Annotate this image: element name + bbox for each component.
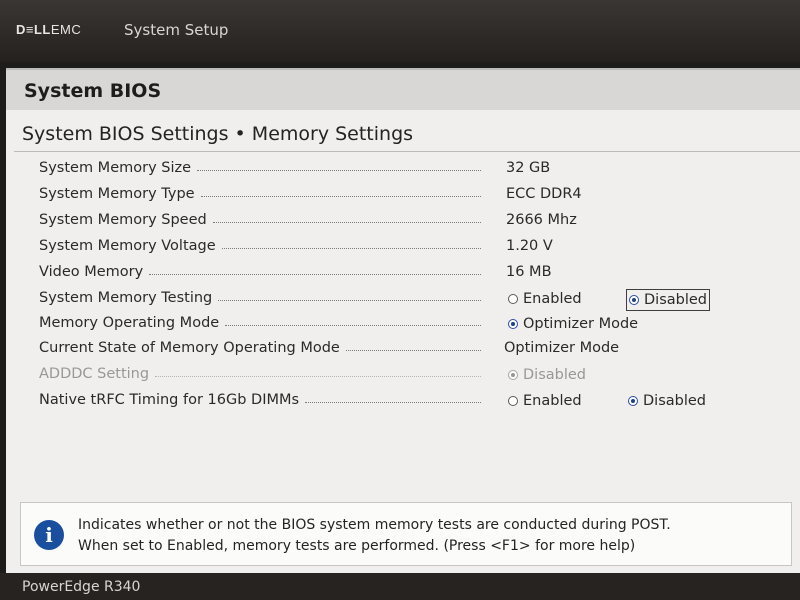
dell-emc-logo: D≡LLEMC [16,22,82,37]
leader-dots [225,324,481,326]
native-trfc-disabled-radio[interactable]: Disabled [626,391,708,411]
native-trfc-enabled-radio[interactable]: Enabled [506,391,584,411]
top-bar: D≡LLEMC System Setup [0,0,800,62]
setting-row-adddc: ADDDC Setting Disabled [6,364,800,388]
setting-label: Native tRFC Timing for 16Gb DIMMs [39,392,300,408]
leader-dots [197,169,481,171]
optimizer-mode-radio[interactable]: Optimizer Mode [506,314,640,334]
radio-on-icon [508,319,518,329]
leader-dots [155,375,481,377]
leader-dots [345,349,481,351]
setting-row-memory-size: System Memory Size 32 GB [6,158,800,182]
memory-testing-disabled-radio[interactable]: Disabled [626,289,710,311]
footer-bar: PowerEdge R340 [0,573,800,600]
setting-label: System Memory Testing [39,290,213,306]
radio-on-icon [508,370,518,380]
setting-value: 2666 Mhz [506,212,577,228]
setting-row-memory-testing: System Memory Testing Enabled Disabled [6,288,800,312]
setting-label: Video Memory [39,264,144,280]
setting-row-memory-speed: System Memory Speed 2666 Mhz [6,210,800,234]
setting-row-memory-type: System Memory Type ECC DDR4 [6,184,800,208]
radio-off-icon [508,396,518,406]
setting-row-operating-mode: Memory Operating Mode Optimizer Mode [6,313,800,337]
radio-off-icon [508,294,518,304]
radio-on-icon [629,295,639,305]
radio-on-icon [628,396,638,406]
setting-label: System Memory Speed [39,212,207,228]
setting-value: 16 MB [506,264,552,280]
setting-label: ADDDC Setting [39,366,150,382]
divider [14,151,800,152]
setting-row-video-memory: Video Memory 16 MB [6,262,800,286]
main-screen: System BIOS System BIOS Settings • Memor… [6,68,800,573]
app-title: System Setup [124,21,229,39]
page-title: System BIOS Settings • Memory Settings [22,123,414,145]
setting-row-memory-voltage: System Memory Voltage 1.20 V [6,236,800,260]
setting-label: System Memory Size [39,160,192,176]
section-header: System BIOS [6,68,800,110]
setting-value: 32 GB [506,160,551,176]
help-line-2: When set to Enabled, memory tests are pe… [78,538,636,554]
setting-row-current-operating-mode: Current State of Memory Operating Mode O… [6,338,800,362]
leader-dots [218,299,481,301]
section-title: System BIOS [24,80,162,102]
adddc-disabled-radio: Disabled [506,365,588,385]
leader-dots [200,195,481,197]
leader-dots [149,273,481,275]
setting-label: Current State of Memory Operating Mode [39,340,340,356]
memory-testing-enabled-radio[interactable]: Enabled [506,289,584,309]
leader-dots [221,247,481,249]
leader-dots [212,221,481,223]
help-line-1: Indicates whether or not the BIOS system… [78,517,671,533]
setting-value: ECC DDR4 [506,186,582,202]
setting-value: Optimizer Mode [504,340,620,356]
setting-label: Memory Operating Mode [39,315,220,331]
info-icon: i [34,520,64,550]
model-name: PowerEdge R340 [22,579,141,595]
setting-row-native-trfc: Native tRFC Timing for 16Gb DIMMs Enable… [6,390,800,414]
setting-label: System Memory Voltage [39,238,216,254]
help-text: Indicates whether or not the BIOS system… [78,515,784,557]
setting-label: System Memory Type [39,186,195,202]
help-panel: i Indicates whether or not the BIOS syst… [20,502,792,566]
leader-dots [305,401,481,403]
setting-value: 1.20 V [506,238,553,254]
